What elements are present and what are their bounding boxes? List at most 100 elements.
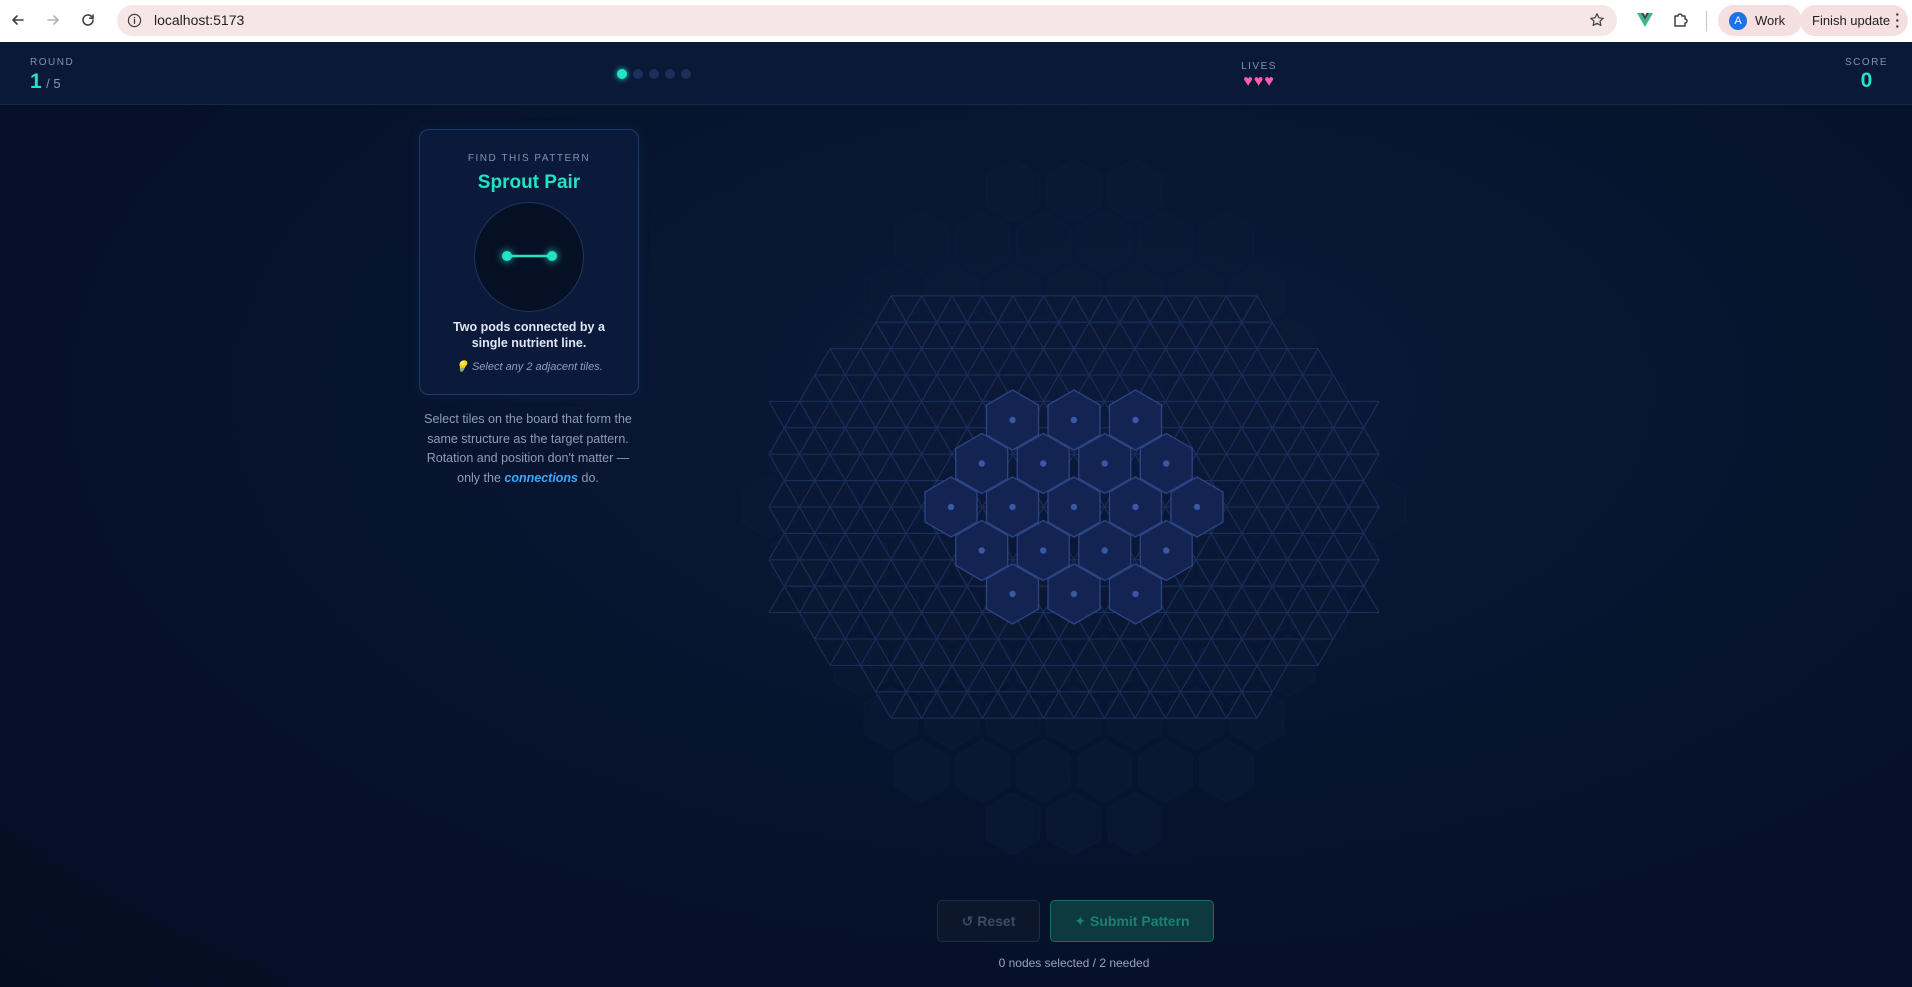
- grid-line: [814, 348, 831, 376]
- site-info-icon[interactable]: [127, 13, 142, 28]
- background-tile: [955, 739, 1010, 803]
- game-header: ROUND 1 / 5 LIVES ♥♥♥ SCORE 0: [0, 42, 1912, 105]
- tile-node: [1101, 460, 1108, 467]
- background-tile: [985, 792, 1041, 856]
- browser-toolbar: localhost:5173 A Work Finish update · · ·: [0, 0, 1912, 42]
- tile-node: [1163, 547, 1170, 554]
- grid-line: [1363, 585, 1380, 613]
- finish-update-label: Finish update: [1812, 13, 1891, 28]
- hearts-icon: ♥♥♥: [1243, 73, 1275, 90]
- score-label: SCORE: [1844, 57, 1888, 68]
- reload-button[interactable]: [77, 9, 99, 31]
- grid-line: [1363, 401, 1380, 429]
- lives-label: LIVES: [1241, 61, 1277, 72]
- background-tile: [894, 211, 949, 275]
- url-text[interactable]: localhost:5173: [154, 12, 244, 28]
- vue-devtools-icon[interactable]: [1636, 11, 1654, 29]
- grid-line: [1348, 401, 1365, 429]
- tile-node: [1193, 503, 1201, 511]
- progress-dot: [617, 69, 627, 79]
- tile-node: [1040, 547, 1047, 554]
- tile-node: [1101, 547, 1108, 554]
- round-label: ROUND: [30, 57, 75, 68]
- pattern-caption: FIND THIS PATTERN: [467, 153, 591, 164]
- round-current: 1: [30, 70, 42, 93]
- background-tile: [1046, 792, 1102, 856]
- pattern-name: Sprout Pair: [477, 172, 581, 193]
- forward-arrow-icon: [47, 15, 60, 25]
- background-tile: [1199, 739, 1254, 803]
- grid-line: [783, 401, 800, 429]
- background-tile: [1016, 739, 1071, 803]
- progress-dot: [649, 69, 659, 79]
- round-total: / 5: [46, 76, 61, 91]
- round-indicator: ROUND 1 / 5: [30, 57, 74, 94]
- tile-node: [1009, 590, 1016, 598]
- profile-button[interactable]: A Work: [1718, 5, 1802, 36]
- game-board: [741, 158, 1407, 856]
- pattern-graph-icon: [502, 251, 557, 261]
- tile-node: [1132, 503, 1139, 511]
- pattern-preview: [474, 202, 584, 312]
- finish-update-button[interactable]: Finish update · · ·: [1800, 5, 1908, 36]
- tile-node: [1009, 416, 1016, 424]
- submit-pattern-button[interactable]: ✦ Submit Pattern: [1050, 900, 1214, 942]
- grid-line: [1317, 638, 1334, 666]
- tile-node: [1070, 503, 1078, 511]
- tile-node: [1040, 460, 1047, 467]
- background-tile: [985, 158, 1041, 222]
- tile-node: [1070, 590, 1078, 598]
- instructions-after: do.: [578, 470, 599, 485]
- background-tile: [1138, 211, 1193, 275]
- target-pattern-card: FIND THIS PATTERN Sprout Pair Two pods c…: [419, 129, 639, 395]
- address-bar[interactable]: localhost:5173: [117, 5, 1617, 36]
- background-tile: [894, 739, 949, 803]
- connections-emphasis: connections: [504, 470, 579, 485]
- background-tile: [1016, 211, 1071, 275]
- grid-line: [1348, 585, 1365, 613]
- grid-line: [1317, 348, 1334, 376]
- background-tile: [955, 211, 1010, 275]
- background-tile: [1046, 158, 1102, 222]
- tile-node: [947, 503, 955, 511]
- back-button[interactable]: [7, 9, 29, 31]
- background-tile: [1107, 158, 1163, 222]
- progress-dot: [665, 69, 675, 79]
- tile-node: [1009, 503, 1016, 511]
- back-arrow-icon: [11, 15, 24, 25]
- pattern-description: Two pods connected by a single nutrient …: [453, 320, 605, 350]
- reload-icon: [82, 14, 94, 26]
- tile-node: [1070, 416, 1078, 424]
- grid-line: [768, 585, 785, 613]
- profile-avatar: A: [1729, 12, 1747, 30]
- background-tile: [1199, 211, 1254, 275]
- forward-button[interactable]: [42, 9, 64, 31]
- reset-button[interactable]: ↺ Reset: [937, 900, 1040, 942]
- more-menu-icon[interactable]: · · ·: [1895, 7, 1900, 33]
- grid-line: [783, 585, 800, 613]
- background-tile: [1138, 739, 1193, 803]
- tile-node: [978, 460, 985, 467]
- round-progress-dots: [617, 69, 691, 79]
- instructions-text: Select tiles on the board that form the …: [416, 410, 640, 488]
- score-indicator: SCORE 0: [1845, 57, 1888, 93]
- lives-indicator: LIVES ♥♥♥: [1218, 61, 1300, 91]
- grid-line: [768, 401, 785, 429]
- pattern-hint: 💡 Select any 2 adjacent tiles.: [455, 361, 603, 373]
- extensions-puzzle-icon[interactable]: [1672, 11, 1690, 29]
- profile-label: Work: [1755, 13, 1786, 28]
- toolbar-separator: [1706, 11, 1707, 31]
- tile-node: [1163, 460, 1170, 467]
- background-tile: [1077, 739, 1132, 803]
- tile-node: [1132, 590, 1139, 598]
- grid-line: [814, 638, 831, 666]
- background-tile: [1107, 792, 1163, 856]
- selection-status: 0 nodes selected / 2 needed: [998, 956, 1150, 970]
- tile-node: [1132, 416, 1139, 424]
- tile-node: [978, 547, 985, 554]
- score-value: 0: [1860, 69, 1873, 92]
- progress-dot: [633, 69, 643, 79]
- progress-dot: [681, 69, 691, 79]
- bookmark-star-icon[interactable]: [1589, 12, 1605, 28]
- background-tile: [1077, 211, 1132, 275]
